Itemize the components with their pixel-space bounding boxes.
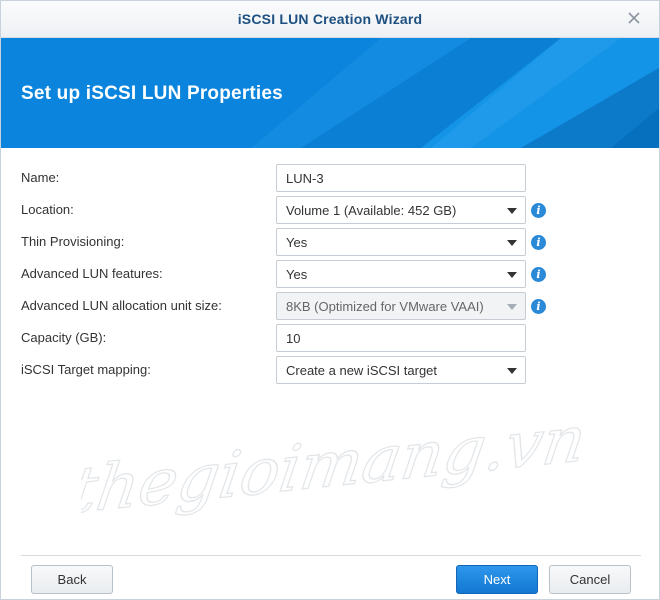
advanced-features-label: Advanced LUN features: [21,266,163,281]
row-allocation-unit: Advanced LUN allocation unit size: 8KB (… [1,292,659,320]
info-icon[interactable]: i [531,203,546,218]
capacity-input[interactable]: 10 [276,324,526,352]
thin-provisioning-value: Yes [286,235,308,250]
name-input[interactable]: LUN-3 [276,164,526,192]
capacity-label: Capacity (GB): [21,330,107,345]
footer-divider [21,555,641,556]
location-label: Location: [21,202,74,217]
wizard-window: iSCSI LUN Creation Wizard Set up iSCSI L… [0,0,660,600]
row-thin-provisioning: Thin Provisioning: Yes i [1,228,659,256]
close-icon[interactable] [625,9,643,27]
info-icon[interactable]: i [531,235,546,250]
row-location: Location: Volume 1 (Available: 452 GB) i [1,196,659,224]
chevron-down-icon [507,272,517,278]
allocation-unit-label: Advanced LUN allocation unit size: [21,298,222,313]
target-mapping-label: iSCSI Target mapping: [21,362,151,377]
title-bar: iSCSI LUN Creation Wizard [1,1,659,38]
row-name: Name: LUN-3 [1,164,659,192]
cancel-button[interactable]: Cancel [549,565,631,594]
row-capacity: Capacity (GB): 10 [1,324,659,352]
target-mapping-value: Create a new iSCSI target [286,363,438,378]
advanced-features-select[interactable]: Yes [276,260,526,288]
row-advanced-features: Advanced LUN features: Yes i [1,260,659,288]
allocation-unit-value: 8KB (Optimized for VMware VAAI) [286,299,484,314]
chevron-down-icon [507,368,517,374]
window-title: iSCSI LUN Creation Wizard [237,11,423,27]
location-select[interactable]: Volume 1 (Available: 452 GB) [276,196,526,224]
target-mapping-select[interactable]: Create a new iSCSI target [276,356,526,384]
info-icon[interactable]: i [531,267,546,282]
name-label: Name: [21,170,60,185]
header-banner: Set up iSCSI LUN Properties [1,38,659,148]
chevron-down-icon [507,208,517,214]
location-value: Volume 1 (Available: 452 GB) [286,203,457,218]
watermark-text: thegioimang.vn [81,403,590,516]
next-button[interactable]: Next [456,565,538,594]
back-button[interactable]: Back [31,565,113,594]
chevron-down-icon [507,304,517,310]
page-heading: Set up iSCSI LUN Properties [21,83,283,104]
thin-provisioning-label: Thin Provisioning: [21,234,125,249]
row-target-mapping: iSCSI Target mapping: Create a new iSCSI… [1,356,659,384]
info-icon[interactable]: i [531,299,546,314]
watermark: thegioimang.vn [81,402,591,516]
advanced-features-value: Yes [286,267,308,282]
chevron-down-icon [507,240,517,246]
allocation-unit-select: 8KB (Optimized for VMware VAAI) [276,292,526,320]
thin-provisioning-select[interactable]: Yes [276,228,526,256]
